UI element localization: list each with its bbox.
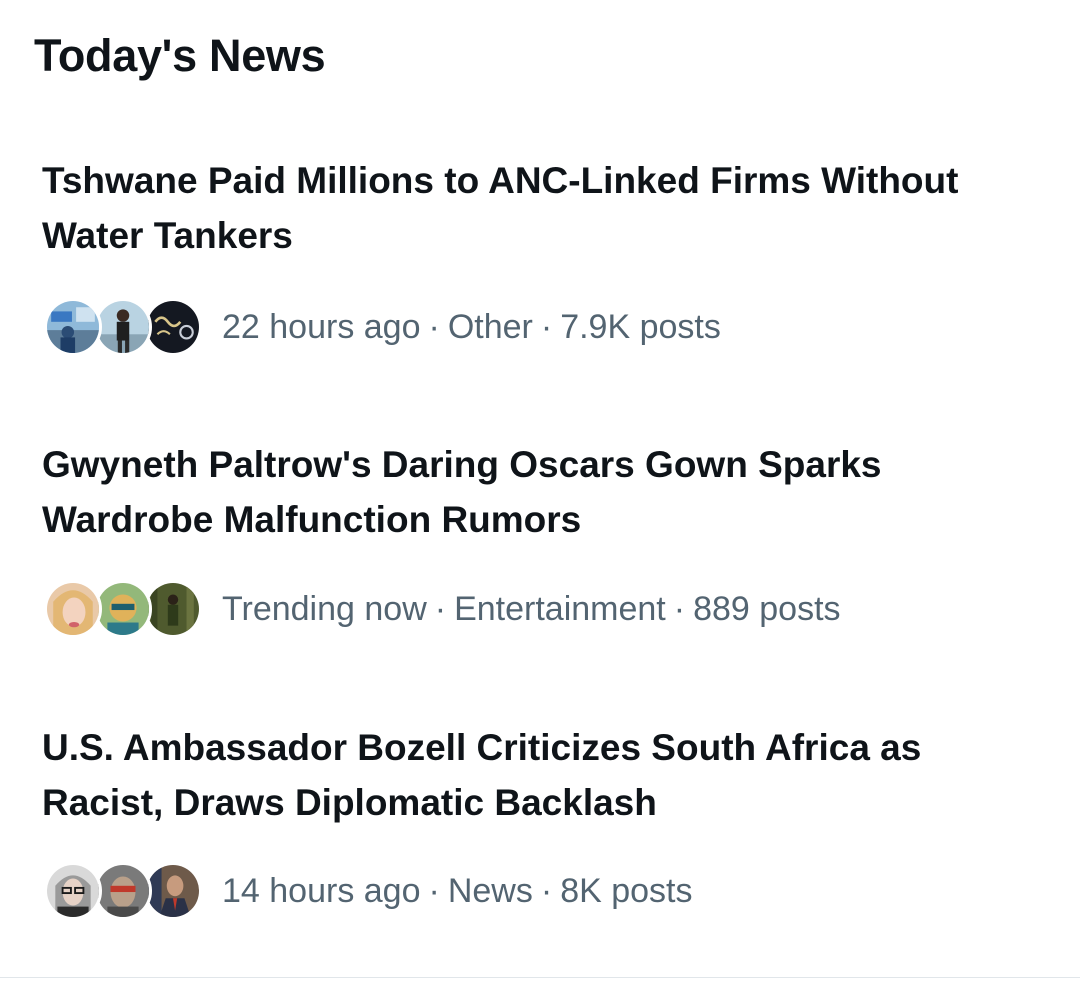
meta-separator: · xyxy=(428,307,440,346)
news-post-count: 889 posts xyxy=(693,589,841,628)
logo-avatar xyxy=(144,298,202,356)
meta-separator: · xyxy=(428,871,440,910)
suit-man-avatar xyxy=(144,862,202,920)
news-category: Other xyxy=(447,307,533,346)
avatar-stack xyxy=(44,297,204,357)
woman-portrait-avatar xyxy=(44,580,102,638)
meta-separator: · xyxy=(540,871,553,910)
meta-separator: · xyxy=(540,307,553,346)
news-item[interactable]: Tshwane Paid Millions to ANC-Linked Firm… xyxy=(0,153,1080,373)
news-meta: 14 hours ago · News · 8K posts xyxy=(44,861,693,921)
news-headline[interactable]: U.S. Ambassador Bozell Criticizes South … xyxy=(42,720,1052,830)
news-category: News xyxy=(447,871,533,910)
avatar-stack xyxy=(44,861,204,921)
news-time: Trending now xyxy=(222,589,427,628)
news-post-count: 8K posts xyxy=(560,871,693,910)
forest-figure-avatar xyxy=(144,580,202,638)
glasses-woman-avatar xyxy=(44,862,102,920)
news-meta-text: 22 hours ago · Other · 7.9K posts xyxy=(222,308,721,347)
news-item[interactable]: U.S. Ambassador Bozell Criticizes South … xyxy=(0,720,1080,940)
todays-news-module: Today's News Tshwane Paid Millions to AN… xyxy=(0,0,1080,994)
meta-separator: · xyxy=(434,589,447,628)
news-time: 22 hours ago xyxy=(222,307,421,346)
section-title: Today's News xyxy=(34,30,326,81)
news-item[interactable]: Gwyneth Paltrow's Daring Oscars Gown Spa… xyxy=(0,437,1080,657)
news-meta: Trending now · Entertainment · 889 posts xyxy=(44,579,841,639)
masked-man-avatar xyxy=(94,862,152,920)
news-headline[interactable]: Tshwane Paid Millions to ANC-Linked Firm… xyxy=(42,153,1052,263)
news-meta-text: 14 hours ago · News · 8K posts xyxy=(222,872,693,911)
news-time: 14 hours ago xyxy=(222,871,421,910)
news-headline[interactable]: Gwyneth Paltrow's Daring Oscars Gown Spa… xyxy=(42,437,1052,547)
cartoon-avatar xyxy=(94,580,152,638)
meta-separator: · xyxy=(673,589,686,628)
news-meta: 22 hours ago · Other · 7.9K posts xyxy=(44,297,721,357)
runner-avatar xyxy=(94,298,152,356)
street-scene-avatar xyxy=(44,298,102,356)
bottom-divider xyxy=(0,977,1080,978)
news-post-count: 7.9K posts xyxy=(560,307,721,346)
news-category: Entertainment xyxy=(454,589,666,628)
news-meta-text: Trending now · Entertainment · 889 posts xyxy=(222,590,841,629)
avatar-stack xyxy=(44,579,204,639)
